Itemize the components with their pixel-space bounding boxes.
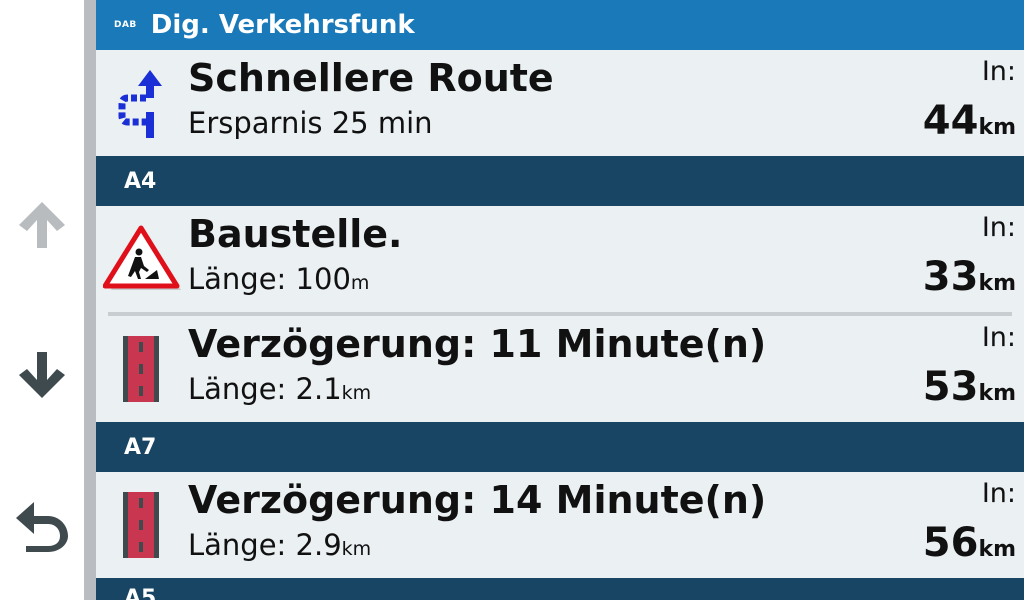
item-subtitle: Länge: 2.9km [188,528,372,562]
item-subtitle: Ersparnis 25 min [188,106,433,140]
item-in-label: In: [981,212,1016,243]
traffic-item[interactable]: Schnellere Route Ersparnis 25 min In: 44… [96,50,1024,156]
item-in-label: In: [981,322,1016,353]
item-in-label: In: [981,56,1016,87]
scroll-down-button[interactable] [0,330,84,420]
traffic-item[interactable]: Verzögerung: 14 Minute(n) Länge: 2.9km I… [96,472,1024,578]
item-title: Baustelle. [188,212,403,256]
road-header: A7 [96,422,1024,472]
item-subtitle: Länge: 100m [188,262,370,296]
arrow-up-icon [19,202,65,248]
item-distance: 56km [922,520,1016,566]
item-distance: 44km [922,98,1016,144]
sidebar [0,0,84,600]
page-title: Dig. Verkehrsfunk [150,10,415,40]
item-title: Verzögerung: 11 Minute(n) [188,322,767,366]
traffic-list: DAB Dig. Verkehrsfunk Schnellere Route E… [96,0,1024,600]
road-header: A5 [96,578,1024,600]
road-header: A4 [96,156,1024,206]
arrow-down-icon [19,352,65,398]
dab-badge: DAB [114,20,137,30]
scroll-up-button[interactable] [0,180,84,270]
construction-warning-icon [98,206,188,312]
traffic-delay-icon [96,316,186,422]
traffic-item[interactable]: Verzögerung: 11 Minute(n) Länge: 2.1km I… [96,316,1024,422]
item-distance: 53km [922,364,1016,410]
item-subtitle: Länge: 2.1km [188,372,372,406]
item-title: Schnellere Route [188,56,554,100]
traffic-delay-icon [96,472,186,578]
item-in-label: In: [981,478,1016,509]
item-distance: 33km [922,254,1016,300]
item-title: Verzögerung: 14 Minute(n) [188,478,767,522]
sidebar-divider [84,0,96,600]
traffic-item[interactable]: Baustelle. Länge: 100m In: 33km [96,206,1024,316]
back-button[interactable] [0,480,84,570]
faster-route-icon [96,50,186,156]
back-icon [16,502,68,552]
header-bar: DAB Dig. Verkehrsfunk [96,0,1024,50]
